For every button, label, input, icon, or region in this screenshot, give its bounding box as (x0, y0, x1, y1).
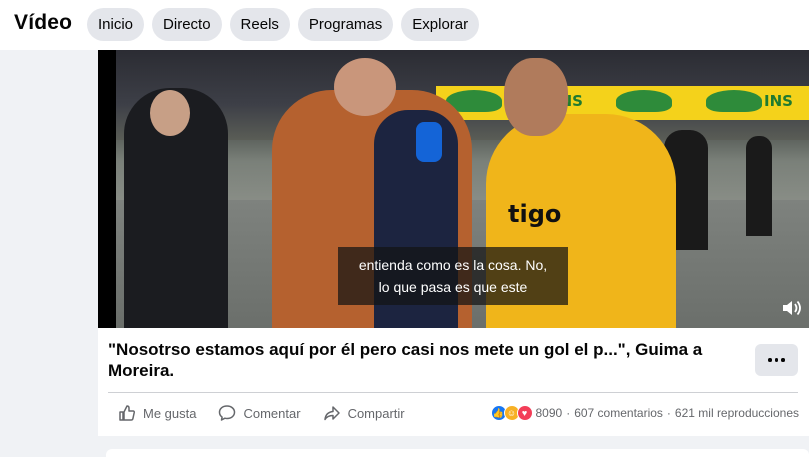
jersey-logo: tigo (508, 200, 562, 228)
tab-inicio[interactable]: Inicio (87, 8, 145, 41)
comment-label: Comentar (243, 405, 301, 421)
next-post-card (106, 449, 809, 457)
subtitle-line: entienda como es la cosa. No, (358, 257, 548, 273)
comments-count[interactable]: 607 comentarios (574, 406, 663, 420)
person-interviewer-head (334, 58, 396, 116)
volume-icon[interactable] (781, 298, 803, 318)
divider (108, 392, 798, 393)
top-bar: Vídeo Inicio Directo Reels Programas Exp… (0, 0, 809, 50)
share-button[interactable]: Compartir (323, 404, 405, 422)
thumbs-up-icon (119, 405, 135, 421)
stats-separator: · (566, 406, 571, 420)
person-goalkeeper-head (504, 58, 568, 136)
love-reaction-icon: ♥ (516, 405, 533, 421)
tab-directo[interactable]: Directo (152, 8, 222, 41)
tree-logo-icon (616, 90, 672, 112)
comment-bubble-icon (219, 405, 236, 421)
post-stats: 👍 ☺ ♥ 8090 · 607 comentarios · 621 mil r… (490, 405, 799, 421)
more-options-icon (768, 358, 772, 362)
video-subtitle: entienda como es la cosa. No, lo que pas… (338, 247, 568, 305)
post-caption: "Nosotrso estamos aquí por él pero casi … (108, 340, 703, 380)
share-label: Compartir (347, 405, 405, 421)
stats-separator: · (666, 406, 671, 420)
views-count: 621 mil reproducciones (674, 406, 799, 420)
person-left-head (150, 90, 190, 136)
video-player[interactable]: INS INS tigo entienda como es la cosa. N… (98, 50, 809, 328)
post-actions: Me gusta Comentar Compartir (118, 404, 405, 422)
video-tabs: Inicio Directo Reels Programas Explorar (87, 8, 480, 41)
tab-explorar[interactable]: Explorar (401, 8, 480, 41)
tab-reels[interactable]: Reels (229, 8, 290, 41)
like-button[interactable]: Me gusta (118, 404, 196, 422)
comment-button[interactable]: Comentar (218, 404, 301, 422)
reactions-count[interactable]: 8090 (536, 406, 563, 420)
share-arrow-icon (323, 406, 340, 421)
more-options-button[interactable] (755, 344, 798, 376)
subtitle-line: lo que pasa es que este (378, 279, 528, 295)
reaction-icons[interactable]: 👍 ☺ ♥ (490, 405, 533, 421)
video-post-card: INS INS tigo entienda como es la cosa. N… (98, 50, 809, 436)
banner-logo: INS (764, 92, 793, 110)
microphone-icon (416, 122, 442, 162)
tab-programas[interactable]: Programas (297, 8, 394, 41)
page-title: Vídeo (14, 11, 73, 34)
like-label: Me gusta (143, 405, 197, 421)
tree-logo-icon (706, 90, 762, 112)
person-background (746, 136, 772, 236)
